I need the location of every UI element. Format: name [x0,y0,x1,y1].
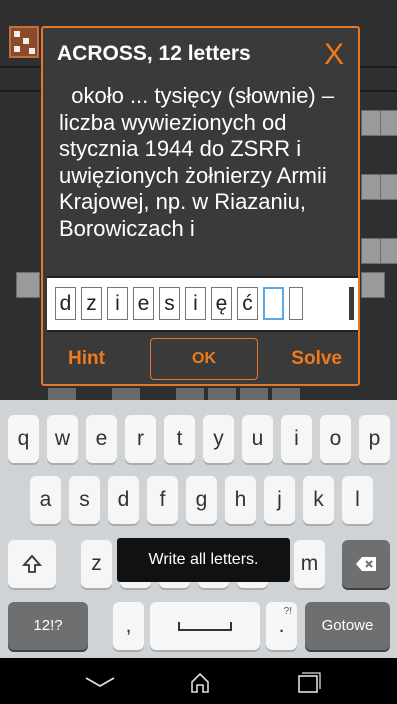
back-icon [80,677,120,700]
answer-letter-box[interactable]: s [159,287,180,320]
app-icon[interactable] [9,26,39,58]
answer-letter-box[interactable] [289,287,303,320]
answer-letter-box[interactable]: d [55,287,76,320]
key-k[interactable]: k [303,476,334,524]
app-icon-square [14,31,20,37]
answer-input-row[interactable]: d z i e s i ę ć [47,276,358,332]
key-q[interactable]: q [8,415,39,463]
space-key[interactable] [150,602,260,650]
crossword-cell[interactable] [48,388,76,400]
solve-button[interactable]: Solve [291,348,342,370]
close-button[interactable]: X [324,38,344,72]
on-screen-keyboard: q w e r t y u i o p a s d f g h j k l z … [0,400,397,658]
crossword-cell[interactable] [176,388,204,400]
crossword-cell[interactable] [272,388,300,400]
backspace-key[interactable] [342,540,390,588]
period-super-label: ?! [283,606,292,617]
key-m[interactable]: m [294,540,325,588]
done-key[interactable]: Gotowe [305,602,390,650]
hint-button[interactable]: Hint [68,348,105,370]
clue-text: około ... tysięcy (słownie) – liczba wyw… [59,83,341,241]
key-o[interactable]: o [320,415,351,463]
key-w[interactable]: w [47,415,78,463]
ok-button[interactable]: OK [150,338,258,380]
comma-key[interactable]: , [113,602,144,650]
key-r[interactable]: r [125,415,156,463]
crossword-cell[interactable] [361,272,385,298]
dialog-title: ACROSS, 12 letters [57,42,251,65]
home-icon [180,672,220,700]
key-g[interactable]: g [186,476,217,524]
backspace-icon [355,552,377,575]
recents-icon [288,672,328,700]
space-bar-icon [177,614,233,637]
key-t[interactable]: t [164,415,195,463]
key-d[interactable]: d [108,476,139,524]
answer-letter-box[interactable]: i [185,287,206,320]
clue-text-area[interactable]: około ... tysięcy (słownie) – liczba wyw… [59,83,349,273]
key-y[interactable]: y [203,415,234,463]
app-icon-square [14,46,20,52]
navigation-bar [0,658,397,704]
key-f[interactable]: f [147,476,178,524]
answer-letter-box[interactable]: ć [237,287,258,320]
shift-key[interactable] [8,540,56,588]
symbols-key[interactable]: 12!? [8,602,88,650]
app-icon-square [29,48,35,54]
app-icon-square [23,38,29,44]
key-e[interactable]: e [86,415,117,463]
answer-letter-box[interactable]: e [133,287,154,320]
crossword-cell[interactable] [380,174,397,200]
answer-letter-box[interactable]: i [107,287,128,320]
key-z[interactable]: z [81,540,112,588]
answer-letter-box[interactable]: z [81,287,102,320]
key-s[interactable]: s [69,476,100,524]
clue-dialog: ACROSS, 12 letters X około ... tysięcy (… [41,26,360,386]
key-a[interactable]: a [30,476,61,524]
crossword-cell[interactable] [16,272,40,298]
answer-letter-box[interactable]: ę [211,287,232,320]
crossword-cell[interactable] [240,388,268,400]
answer-row-divider [349,287,354,320]
crossword-cell[interactable] [208,388,236,400]
crossword-cell[interactable] [112,388,140,400]
answer-letter-box-active[interactable] [263,287,284,320]
shift-icon [21,552,43,575]
key-p[interactable]: p [359,415,390,463]
key-l[interactable]: l [342,476,373,524]
period-key[interactable]: . ?! [266,602,297,650]
crossword-cell[interactable] [380,238,397,264]
crossword-cell[interactable] [380,110,397,136]
recents-button[interactable] [288,666,328,696]
key-i[interactable]: i [281,415,312,463]
key-j[interactable]: j [264,476,295,524]
key-h[interactable]: h [225,476,256,524]
toast-message: Write all letters. [117,538,290,582]
key-u[interactable]: u [242,415,273,463]
back-button[interactable] [80,666,120,696]
home-button[interactable] [180,666,220,696]
